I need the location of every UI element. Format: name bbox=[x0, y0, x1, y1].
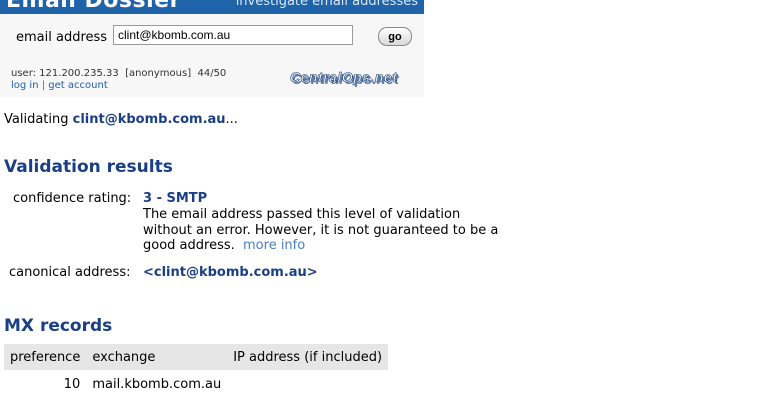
link-separator: | bbox=[41, 80, 46, 91]
validating-prefix: Validating bbox=[4, 112, 73, 127]
email-input[interactable] bbox=[113, 25, 353, 45]
validation-heading: Validation results bbox=[4, 157, 173, 177]
mx-ip bbox=[227, 370, 388, 398]
canonical-label: canonical address: bbox=[9, 265, 131, 280]
canonical-value: <clint@kbomb.com.au> bbox=[143, 265, 318, 280]
login-link[interactable]: log in bbox=[11, 80, 39, 91]
mx-preference: 10 bbox=[63, 376, 81, 392]
app-title: Email Dossier bbox=[6, 0, 181, 13]
mx-col-exchange: exchange bbox=[86, 344, 228, 370]
confidence-value: 3 - SMTP bbox=[143, 191, 208, 206]
email-label: email address bbox=[16, 30, 108, 45]
app-tagline: investigate email addresses bbox=[235, 0, 418, 9]
mx-row: 10 mail.kbomb.com.au bbox=[4, 370, 388, 398]
mx-col-ip: IP address (if included) bbox=[227, 344, 389, 370]
validating-line: Validating clint@kbomb.com.au... bbox=[4, 112, 238, 127]
mx-table: preference exchange IP address (if inclu… bbox=[4, 344, 389, 398]
mx-exchange: mail.kbomb.com.au bbox=[92, 376, 222, 392]
account-links: log in | get account bbox=[11, 80, 108, 91]
more-info-link[interactable]: more info bbox=[243, 238, 305, 253]
get-account-link[interactable]: get account bbox=[48, 80, 107, 91]
mx-header-row: preference exchange IP address (if inclu… bbox=[4, 344, 389, 370]
validating-address: clint@kbomb.com.au bbox=[72, 112, 226, 127]
mx-col-preference: preference bbox=[4, 344, 87, 370]
banner: Email Dossier investigate email addresse… bbox=[0, 0, 424, 14]
mx-heading: MX records bbox=[4, 316, 113, 336]
validating-suffix: ... bbox=[225, 112, 238, 127]
search-widget: Email Dossier investigate email addresse… bbox=[0, 0, 424, 97]
go-button[interactable]: go bbox=[378, 27, 412, 46]
user-status: user: 121.200.235.33 [anonymous] 44/50 bbox=[11, 68, 227, 79]
confidence-description: The email address passed this level of v… bbox=[143, 207, 503, 254]
confidence-label: confidence rating: bbox=[13, 191, 132, 206]
centralops-logo[interactable]: CentralOps.net bbox=[290, 69, 397, 86]
confidence-description-text: The email address passed this level of v… bbox=[143, 207, 499, 253]
